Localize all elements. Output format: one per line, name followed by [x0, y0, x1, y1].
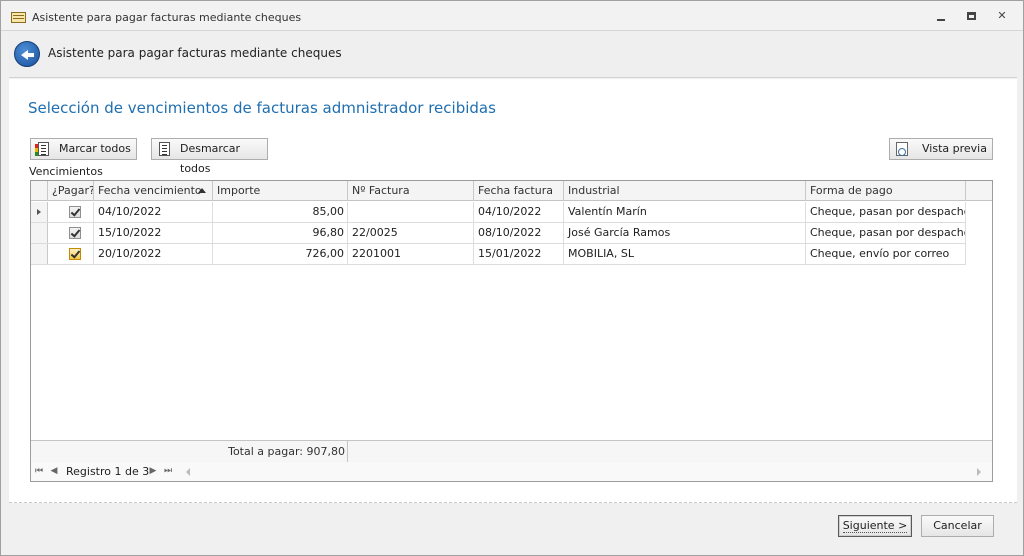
- window-form-icon: [11, 12, 26, 23]
- record-counter: Registro 1 de 3: [66, 465, 150, 478]
- page-title: Selección de vencimientos de facturas ad…: [28, 99, 496, 117]
- column-header-fecha-factura[interactable]: Fecha factura: [474, 181, 564, 201]
- cell-pagar[interactable]: [48, 223, 94, 243]
- siguiente-button[interactable]: Siguiente >: [838, 515, 912, 537]
- cell-forma-pago[interactable]: Cheque, envío por correo: [806, 244, 966, 264]
- first-record-icon[interactable]: ⏮: [34, 466, 44, 476]
- cancelar-button[interactable]: Cancelar: [921, 515, 994, 537]
- header-indicator: [31, 181, 48, 201]
- cell-fecha-factura[interactable]: 04/10/2022: [474, 202, 564, 222]
- desmarcar-todos-button[interactable]: Desmarcar todos: [151, 138, 268, 175]
- cell-forma-pago[interactable]: Cheque, pasan por despacho: [806, 223, 966, 243]
- cell-pagar[interactable]: [48, 244, 94, 264]
- minimize-button[interactable]: [933, 9, 949, 23]
- marcar-todos-label: Marcar todos: [59, 142, 131, 155]
- sort-ascending-icon: [198, 188, 206, 193]
- wizard-header: Asistente para pagar facturas mediante c…: [9, 31, 1017, 78]
- vencimientos-grid: ¿Pagar? Fecha vencimiento Importe Nº Fac…: [30, 180, 993, 482]
- cell-n-factura[interactable]: [348, 202, 474, 222]
- table-row[interactable]: 15/10/2022 96,80 22/0025 08/10/2022 José…: [31, 223, 966, 244]
- cancelar-label: Cancelar: [933, 519, 982, 532]
- horizontal-scrollbar[interactable]: [186, 466, 981, 477]
- total-a-pagar: Total a pagar: 907,80: [213, 441, 348, 463]
- cell-forma-pago[interactable]: Cheque, pasan por despacho: [806, 202, 966, 222]
- column-header-n-factura[interactable]: Nº Factura: [348, 181, 474, 201]
- row-indicator: [31, 202, 48, 222]
- column-header-forma-pago[interactable]: Forma de pago: [806, 181, 966, 201]
- vista-previa-button[interactable]: Vista previa: [889, 138, 993, 160]
- print-preview-icon: [896, 142, 908, 156]
- cell-n-factura[interactable]: 22/0025: [348, 223, 474, 243]
- last-record-icon[interactable]: ⏭: [163, 466, 173, 476]
- grid-header: ¿Pagar? Fecha vencimiento Importe Nº Fac…: [31, 181, 992, 201]
- row-indicator: [31, 223, 48, 243]
- cell-pagar[interactable]: [48, 202, 94, 222]
- window-title: Asistente para pagar facturas mediante c…: [32, 11, 302, 24]
- scroll-right-icon[interactable]: [977, 468, 981, 476]
- cell-fecha-vencimiento[interactable]: 04/10/2022: [94, 202, 213, 222]
- cell-importe[interactable]: 96,80: [213, 223, 348, 243]
- marcar-todos-button[interactable]: Marcar todos: [30, 138, 137, 160]
- desmarcar-todos-label: Desmarcar todos: [180, 142, 241, 175]
- grid-group-label: Vencimientos: [29, 165, 103, 178]
- wizard-header-title: Asistente para pagar facturas mediante c…: [48, 46, 342, 60]
- cell-industrial[interactable]: MOBILIA, SL: [564, 244, 806, 264]
- wizard-page: Selección de vencimientos de facturas ad…: [9, 79, 1017, 503]
- maximize-button[interactable]: [964, 9, 980, 23]
- column-header-fecha-vencimiento-label: Fecha vencimiento: [98, 184, 202, 197]
- pagar-checkbox[interactable]: [69, 206, 81, 218]
- cell-importe[interactable]: 726,00: [213, 244, 348, 264]
- cell-fecha-vencimiento[interactable]: 20/10/2022: [94, 244, 213, 264]
- vista-previa-label: Vista previa: [922, 142, 987, 155]
- prev-record-icon[interactable]: ◀: [49, 466, 59, 476]
- siguiente-label: Siguiente >: [842, 519, 908, 533]
- cell-importe[interactable]: 85,00: [213, 202, 348, 222]
- record-navigator: ⏮ ◀ Registro 1 de 3 ▶ ⏭: [31, 462, 992, 481]
- pagar-checkbox[interactable]: [69, 248, 81, 260]
- table-row[interactable]: 20/10/2022 726,00 2201001 15/01/2022 MOB…: [31, 244, 966, 265]
- column-header-pagar[interactable]: ¿Pagar?: [48, 181, 94, 201]
- close-button[interactable]: ✕: [994, 9, 1010, 23]
- column-header-importe[interactable]: Importe: [213, 181, 348, 201]
- wizard-window: Asistente para pagar facturas mediante c…: [0, 0, 1024, 556]
- grid-footer: Total a pagar: 907,80: [31, 440, 992, 463]
- cell-industrial[interactable]: Valentín Marín: [564, 202, 806, 222]
- column-header-industrial[interactable]: Industrial: [564, 181, 806, 201]
- back-arrow-icon[interactable]: [14, 41, 40, 67]
- row-indicator: [31, 244, 48, 264]
- scroll-left-icon[interactable]: [186, 468, 190, 476]
- title-bar: Asistente para pagar facturas mediante c…: [1, 1, 1023, 31]
- cell-n-factura[interactable]: 2201001: [348, 244, 474, 264]
- pagar-checkbox[interactable]: [69, 227, 81, 239]
- list-icon: [159, 142, 170, 156]
- cell-fecha-factura[interactable]: 15/01/2022: [474, 244, 564, 264]
- next-record-icon[interactable]: ▶: [148, 466, 158, 476]
- cell-industrial[interactable]: José García Ramos: [564, 223, 806, 243]
- checklist-icon: [35, 142, 49, 156]
- table-row[interactable]: 04/10/2022 85,00 04/10/2022 Valentín Mar…: [31, 202, 966, 223]
- cell-fecha-vencimiento[interactable]: 15/10/2022: [94, 223, 213, 243]
- column-header-fecha-vencimiento[interactable]: Fecha vencimiento: [94, 181, 213, 201]
- cell-fecha-factura[interactable]: 08/10/2022: [474, 223, 564, 243]
